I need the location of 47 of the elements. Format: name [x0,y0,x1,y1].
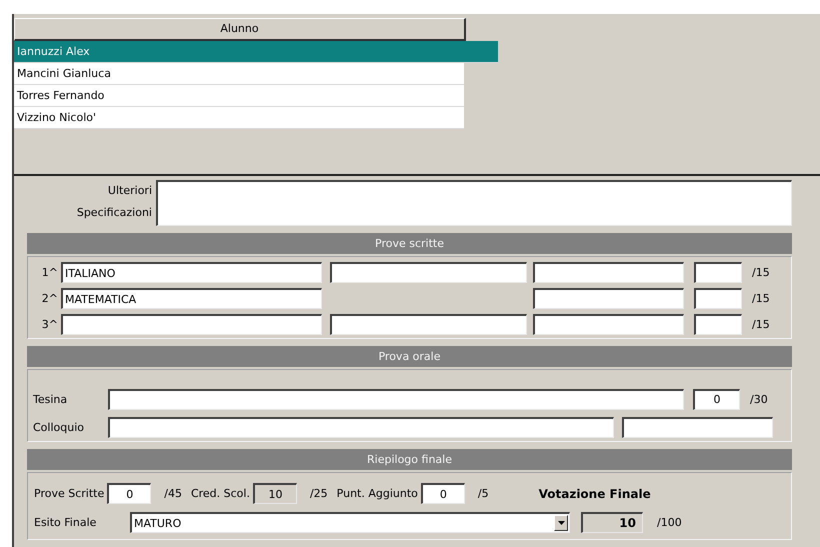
max-label: /5 [478,487,489,500]
score-field[interactable]: 0 [420,483,465,504]
notes-label: Ulteriori Specificazioni [76,183,153,221]
section-header: Riepilogo finale [27,449,792,470]
max-label: /30 [750,392,768,406]
field-label: Prove Scritte [34,487,104,500]
score-field[interactable] [694,288,742,309]
max-label: /25 [310,487,328,500]
score-field[interactable]: 0 [693,388,740,410]
student-row[interactable]: Torres Fernando [14,85,464,107]
text-field[interactable] [330,262,527,283]
subject-field[interactable]: MATEMATICA [61,288,322,309]
field-label: Cred. Scol. [190,487,250,500]
student-row[interactable]: Mancini Gianluca [14,63,464,85]
text-field[interactable] [330,314,527,335]
max-label: /45 [164,487,182,500]
section-header: Prove scritte [27,233,792,254]
row-label: 3^ [40,318,59,331]
text-field[interactable] [533,314,684,335]
field-label: Tesina [32,392,68,406]
text-field[interactable] [533,288,684,309]
subject-field[interactable] [61,314,322,335]
row-label: 1^ [40,266,59,279]
max-label: /100 [657,516,682,529]
student-row[interactable]: Vizzino Nicolo' [14,107,464,129]
score-field[interactable] [694,314,742,335]
colloquio-field[interactable] [108,416,614,438]
student-row[interactable]: Iannuzzi Alex [14,41,498,63]
outcome-dropdown[interactable]: MATURO [130,512,570,533]
field-label: Colloquio [32,420,85,434]
score-field[interactable] [694,262,742,283]
final-title: Votazione Finale [538,486,651,500]
section-header: Prova orale [27,346,792,367]
max-label: /15 [752,318,770,331]
notes-field[interactable] [156,180,792,226]
max-label: /15 [752,292,770,305]
subject-field[interactable]: ITALIANO [61,262,322,283]
dropdown-value: MATURO [133,516,182,530]
column-header[interactable]: Alunno [14,18,466,41]
text-field[interactable] [622,416,773,438]
max-label: /15 [752,266,770,279]
row-label: 2^ [40,292,59,305]
score-field[interactable]: 0 [107,483,152,504]
field-label: Punt. Aggiunto [336,487,418,500]
text-field[interactable] [533,262,684,283]
field-label: Esito Finale [34,516,98,529]
tesina-field[interactable] [108,388,684,410]
